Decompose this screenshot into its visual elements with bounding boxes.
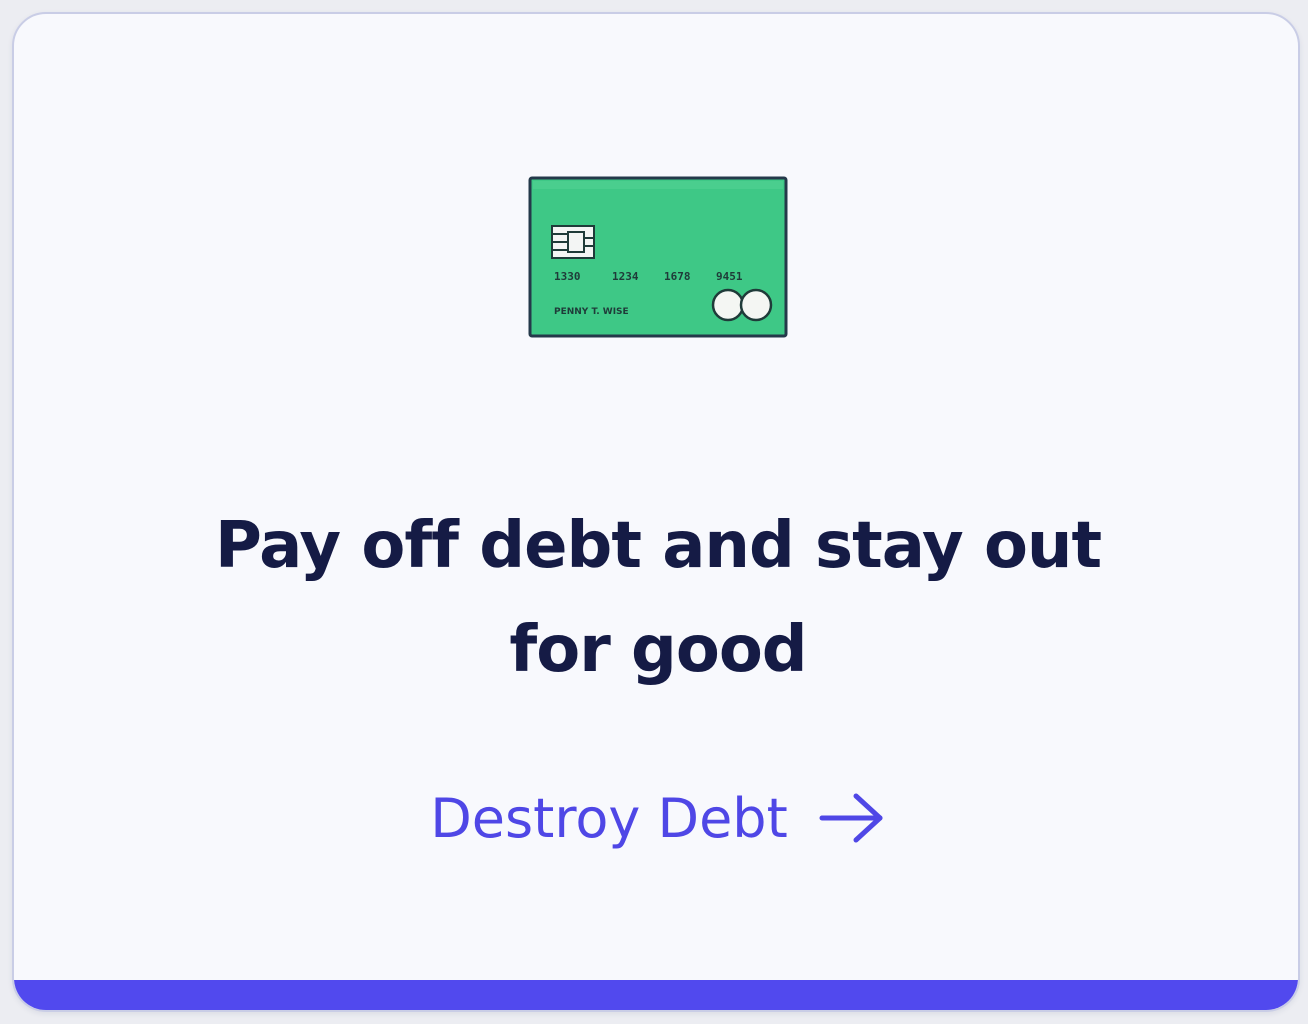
destroy-debt-label: Destroy Debt: [430, 786, 788, 850]
headline-line-2: for good: [509, 613, 807, 687]
card-accent-bar: [14, 980, 1298, 1010]
destroy-debt-link[interactable]: Destroy Debt: [410, 778, 906, 858]
headline-line-1: Pay off debt and stay out: [214, 509, 1102, 583]
card-number-group-1: 1330: [554, 270, 581, 283]
card-number-group-4: 9451: [716, 270, 743, 283]
card-number-group-3: 1678: [664, 270, 691, 283]
credit-card-icon: 1330 1234 1678 9451 PENNY T. WISE: [528, 176, 788, 338]
card-chip: [551, 225, 595, 259]
arrow-right-icon: [819, 793, 883, 843]
card-holder-name: PENNY T. WISE: [554, 307, 629, 317]
card-headline: Pay off debt and stay out for good: [134, 494, 1182, 702]
card-number-group-2: 1234: [612, 270, 639, 283]
feature-card: 1330 1234 1678 9451 PENNY T. WISE Pay of…: [12, 12, 1300, 1012]
